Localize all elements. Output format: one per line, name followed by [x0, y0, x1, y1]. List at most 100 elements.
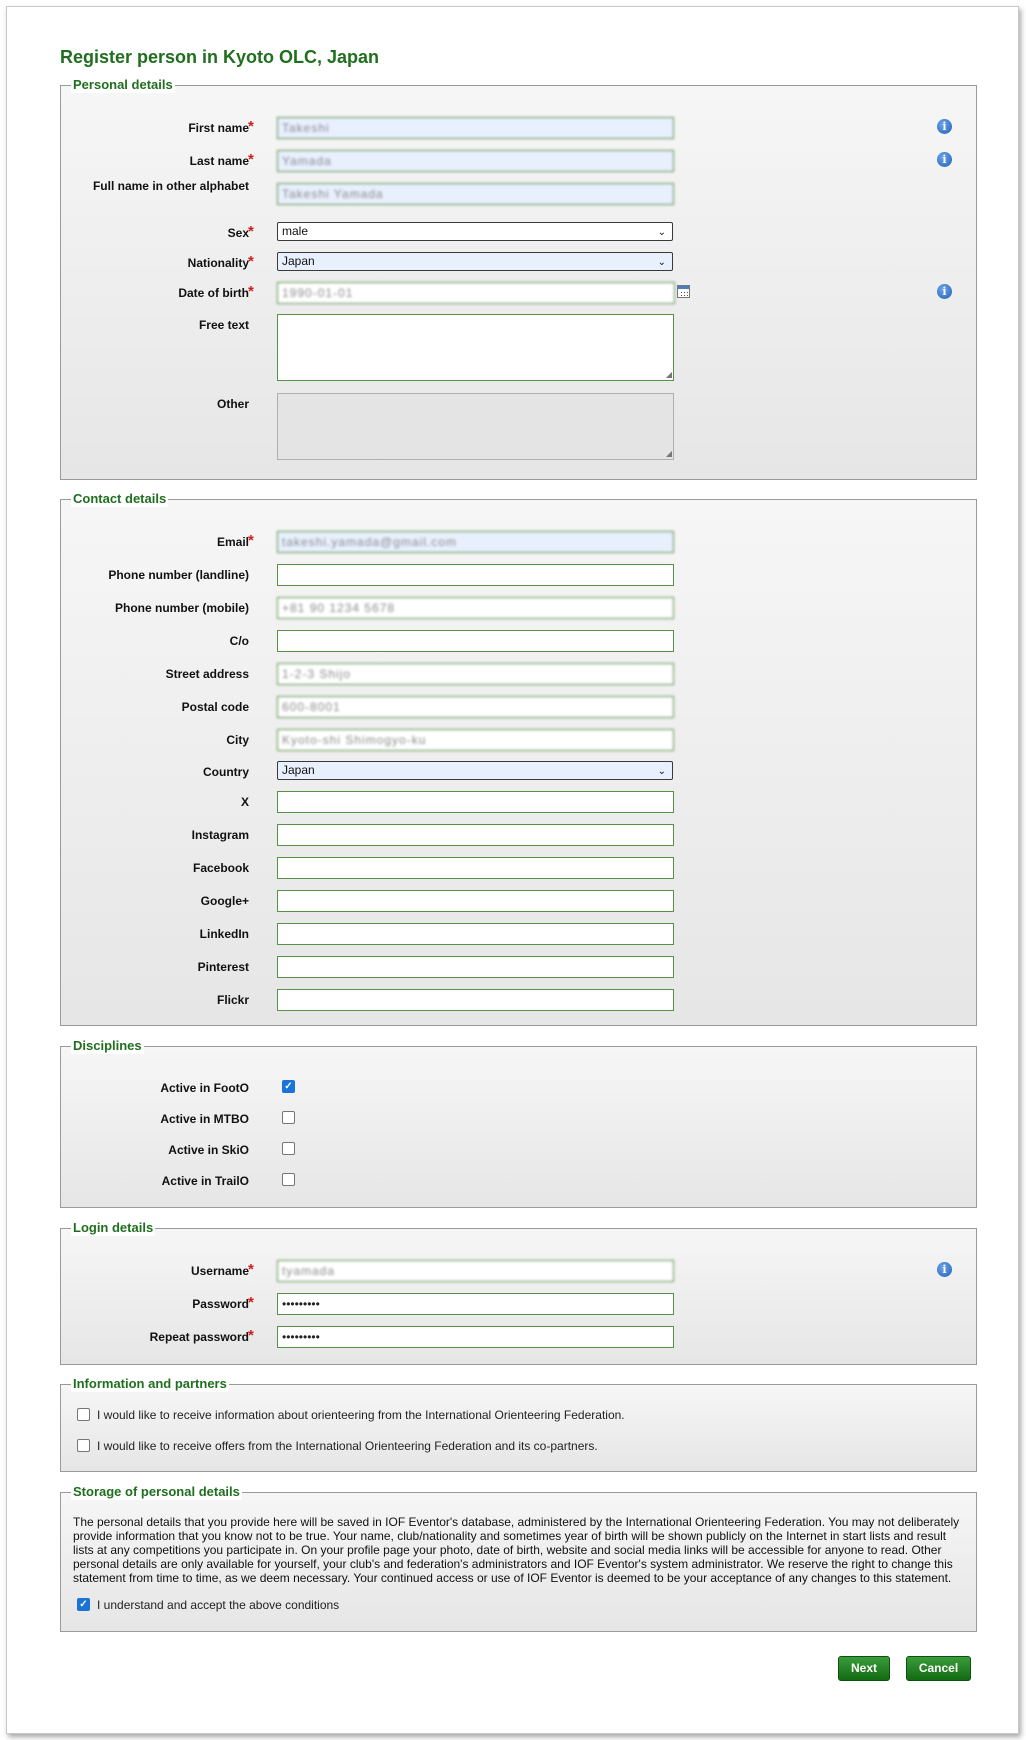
flickr-label: Flickr — [216, 993, 249, 1007]
trailo-checkbox[interactable] — [282, 1173, 295, 1186]
required-marker: * — [248, 1327, 254, 1344]
nationality-label: Nationality — [187, 256, 249, 270]
chevron-down-icon: ⌄ — [657, 766, 666, 777]
trailo-row: Active in TrailO — [61, 1170, 976, 1192]
info-icon[interactable]: i — [937, 284, 952, 299]
postal-row: Postal code 600-8001 — [61, 696, 976, 718]
first-name-field[interactable]: Takeshi — [277, 117, 674, 139]
footo-label: Active in FootO — [160, 1081, 249, 1095]
username-field[interactable]: tyamada — [277, 1260, 674, 1282]
city-label: City — [226, 733, 249, 747]
required-marker: * — [248, 1294, 254, 1311]
trailo-label: Active in TrailO — [161, 1174, 249, 1188]
city-field[interactable]: Kyoto-shi Shimogyo-ku — [277, 729, 674, 751]
co-label: C/o — [229, 634, 249, 648]
phone-mobile-field[interactable]: +81 90 1234 5678 — [277, 597, 674, 619]
page-title: Register person in Kyoto OLC, Japan — [60, 47, 380, 67]
facebook-row: Facebook — [61, 857, 976, 879]
city-row: City Kyoto-shi Shimogyo-ku — [61, 729, 976, 751]
full-name-field[interactable]: Takeshi Yamada — [277, 183, 674, 205]
country-select[interactable]: Japan ⌄ — [277, 761, 673, 780]
postal-field[interactable]: 600-8001 — [277, 696, 674, 718]
info-opt1-checkbox[interactable] — [77, 1408, 90, 1421]
x-row: X — [61, 791, 976, 813]
free-text-area[interactable]: ◢ — [277, 314, 674, 381]
chevron-down-icon: ⌄ — [657, 257, 666, 268]
sex-label: Sex — [227, 226, 249, 240]
required-marker: * — [248, 223, 254, 240]
country-select-value: Japan — [282, 763, 315, 777]
pinterest-field[interactable] — [277, 956, 674, 978]
co-field[interactable] — [277, 630, 674, 652]
email-field[interactable]: takeshi.yamada@gmail.com — [277, 531, 674, 553]
country-row: Country Japan ⌄ — [61, 761, 976, 783]
other-row: Other ◢ — [61, 393, 976, 460]
dob-field[interactable]: 1990-01-01 — [277, 282, 675, 304]
sex-select[interactable]: male ⌄ — [277, 222, 673, 241]
first-name-row: First name * Takeshi i — [61, 117, 976, 139]
cancel-button[interactable]: Cancel — [906, 1656, 971, 1681]
skio-row: Active in SkiO — [61, 1139, 976, 1161]
pinterest-row: Pinterest — [61, 956, 976, 978]
mtbo-label: Active in MTBO — [160, 1112, 249, 1126]
country-label: Country — [203, 765, 249, 779]
info-icon[interactable]: i — [937, 1262, 952, 1277]
disciplines-legend: Disciplines — [71, 1038, 144, 1054]
required-marker: * — [248, 151, 254, 168]
info-icon[interactable]: i — [937, 119, 952, 134]
full-name-label: Full name in other alphabet — [92, 179, 249, 193]
skio-checkbox[interactable] — [282, 1142, 295, 1155]
username-label: Username — [190, 1264, 249, 1278]
email-label: Email — [216, 535, 249, 549]
info-opt2-checkbox[interactable] — [77, 1439, 90, 1452]
info-opt2-row: I would like to receive offers from the … — [61, 1436, 976, 1458]
phone-landline-field[interactable] — [277, 564, 674, 586]
footo-checkbox[interactable]: ✓ — [282, 1080, 295, 1093]
last-name-field[interactable]: Yamada — [277, 150, 674, 172]
repeat-password-row: Repeat password * ••••••••• — [61, 1326, 976, 1348]
info-opt1-label[interactable]: I would like to receive information abou… — [97, 1408, 625, 1422]
facebook-label: Facebook — [192, 861, 249, 875]
repeat-password-field[interactable]: ••••••••• — [277, 1326, 674, 1348]
resize-handle-icon: ◢ — [665, 449, 672, 458]
skio-label: Active in SkiO — [168, 1143, 249, 1157]
page-frame: Register person in Kyoto OLC, Japan Pers… — [6, 6, 1019, 1734]
googleplus-row: Google+ — [61, 890, 976, 912]
last-name-label: Last name — [189, 154, 249, 168]
instagram-row: Instagram — [61, 824, 976, 846]
last-name-row: Last name * Yamada i — [61, 150, 976, 172]
free-text-row: Free text ◢ — [61, 314, 976, 381]
x-field[interactable] — [277, 791, 674, 813]
linkedin-field[interactable] — [277, 923, 674, 945]
accept-checkbox[interactable]: ✓ — [77, 1598, 90, 1611]
nationality-select[interactable]: Japan ⌄ — [277, 252, 673, 271]
first-name-label: First name — [188, 121, 249, 135]
instagram-field[interactable] — [277, 824, 674, 846]
info-icon[interactable]: i — [937, 152, 952, 167]
storage-section: Storage of personal details The personal… — [60, 1484, 977, 1632]
flickr-field[interactable] — [277, 989, 674, 1011]
phone-mobile-label: Phone number (mobile) — [114, 601, 249, 615]
password-label: Password — [192, 1297, 249, 1311]
password-field[interactable]: ••••••••• — [277, 1293, 674, 1315]
next-button[interactable]: Next — [838, 1656, 890, 1681]
mtbo-checkbox[interactable] — [282, 1111, 295, 1124]
storage-statement: The personal details that you provide he… — [73, 1515, 960, 1585]
resize-handle-icon[interactable]: ◢ — [666, 371, 672, 379]
street-field[interactable]: 1-2-3 Shijo — [277, 663, 674, 685]
nationality-select-value: Japan — [282, 254, 315, 268]
personal-details-legend: Personal details — [71, 77, 175, 93]
instagram-label: Instagram — [191, 828, 249, 842]
repeat-password-label: Repeat password — [149, 1330, 249, 1344]
calendar-icon[interactable] — [677, 285, 690, 298]
dob-row: Date of birth * 1990-01-01 i — [61, 282, 976, 304]
accept-label[interactable]: I understand and accept the above condit… — [97, 1598, 339, 1612]
street-label: Street address — [165, 667, 249, 681]
contact-details-section: Contact details Email * takeshi.yamada@g… — [60, 491, 977, 1026]
facebook-field[interactable] — [277, 857, 674, 879]
flickr-row: Flickr — [61, 989, 976, 1011]
disciplines-section: Disciplines Active in FootO ✓ Active in … — [60, 1038, 977, 1208]
footo-row: Active in FootO ✓ — [61, 1077, 976, 1099]
googleplus-field[interactable] — [277, 890, 674, 912]
info-opt2-label[interactable]: I would like to receive offers from the … — [97, 1439, 598, 1453]
